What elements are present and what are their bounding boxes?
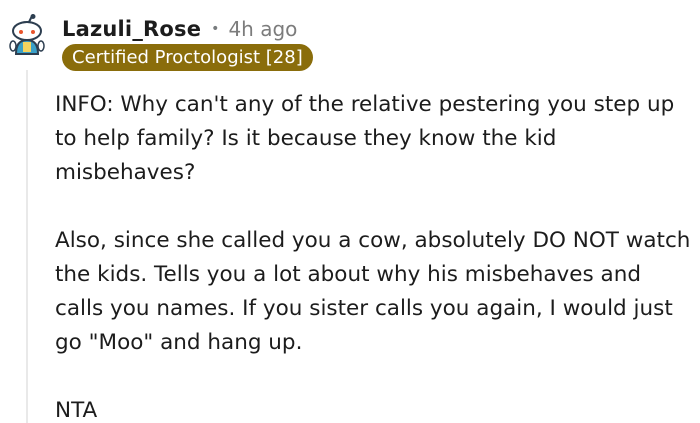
comment-header: Lazuli_Rose • 4h ago — [62, 14, 297, 44]
meta-separator: • — [211, 21, 220, 37]
comment-timestamp[interactable]: 4h ago — [228, 17, 297, 41]
comment-paragraph: Also, since she called you a cow, absolu… — [55, 228, 691, 355]
user-flair: Certified Proctologist [28] — [62, 44, 313, 71]
user-avatar[interactable] — [8, 14, 46, 56]
flair-text: Certified Proctologist [28] — [72, 47, 303, 68]
comment-paragraph: NTA — [55, 398, 98, 423]
thread-line[interactable] — [26, 70, 28, 423]
snoo-avatar-icon — [9, 14, 45, 55]
comment-body: INFO: Why can't any of the relative pest… — [55, 88, 695, 423]
comment-paragraph: INFO: Why can't any of the relative pest… — [55, 92, 675, 185]
comment: Lazuli_Rose • 4h ago Certified Proctolog… — [0, 0, 700, 423]
username-link[interactable]: Lazuli_Rose — [62, 17, 201, 41]
